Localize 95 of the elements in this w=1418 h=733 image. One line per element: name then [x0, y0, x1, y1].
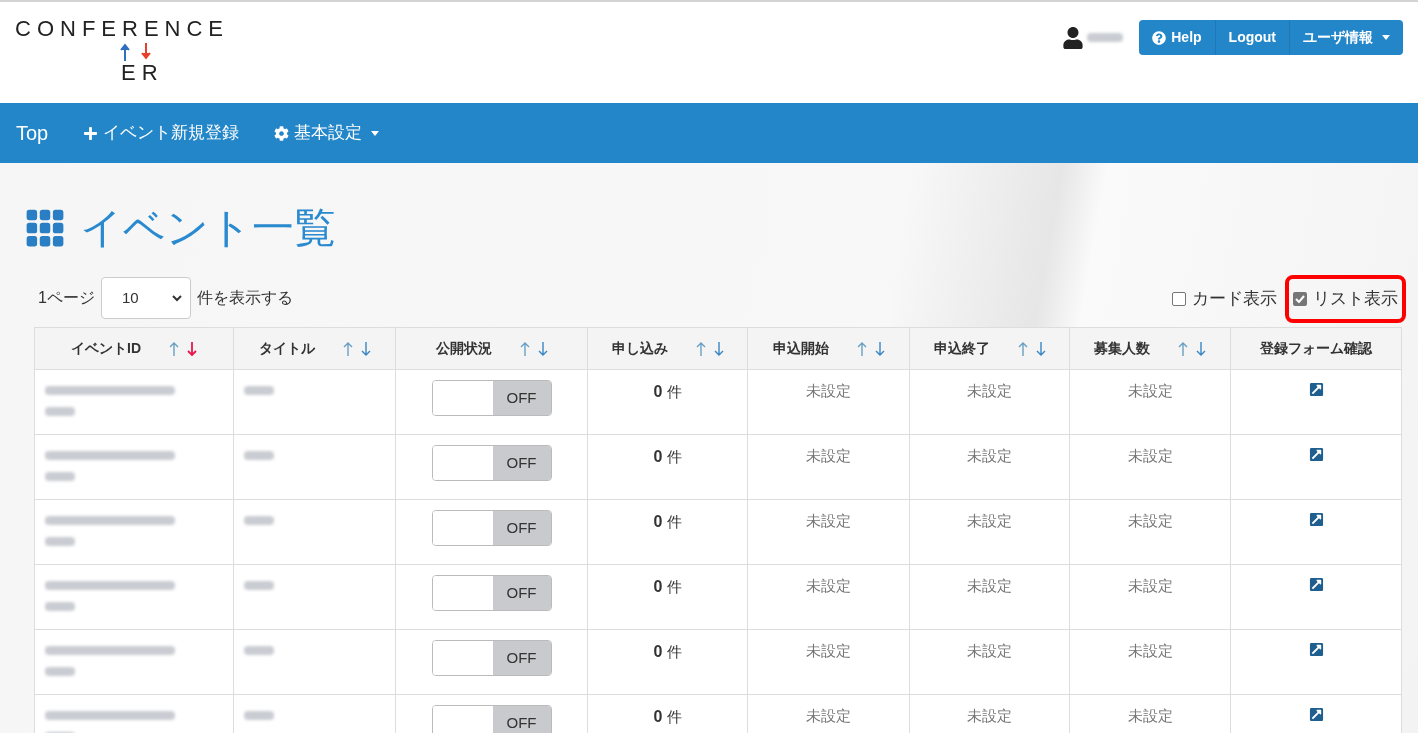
column-header[interactable]: 登録フォーム確認 [1230, 328, 1401, 369]
chevron-down-icon [171, 294, 182, 302]
external-link-icon[interactable] [1308, 642, 1324, 657]
external-link-icon[interactable] [1308, 707, 1324, 722]
blurred-text [45, 667, 75, 676]
blurred-text [244, 516, 274, 525]
arrow-up-icon[interactable] [169, 340, 179, 357]
page-size-select[interactable]: 10 [100, 277, 191, 319]
help-button[interactable]: Help [1139, 20, 1215, 55]
publish-toggle[interactable]: OFF [431, 445, 552, 481]
table-cell: 未設定 [909, 370, 1069, 434]
table-cell: 0 件 [587, 370, 747, 434]
blurred-text [244, 581, 274, 590]
table-cell: 未設定 [1069, 630, 1230, 694]
table-cell: 未設定 [747, 370, 909, 434]
column-header[interactable]: タイトル [233, 328, 395, 369]
table-cell: 0 件 [587, 695, 747, 733]
logo-arrows-icon [119, 42, 153, 62]
table-cell: 未設定 [909, 695, 1069, 733]
blurred-text [1087, 33, 1124, 42]
arrow-up-icon[interactable] [342, 340, 353, 357]
blurred-text [45, 407, 75, 416]
publish-toggle[interactable]: OFF [431, 380, 552, 416]
help-icon [1152, 30, 1167, 45]
page-size-label: 件を表示する [196, 288, 293, 308]
table-cell: 未設定 [909, 500, 1069, 564]
table-cell: 未設定 [909, 630, 1069, 694]
view-option[interactable]: リスト表示 [1285, 275, 1406, 323]
external-link-icon[interactable] [1308, 577, 1324, 592]
nav-link[interactable]: 基本設定 [274, 120, 380, 146]
table-cell: 未設定 [1069, 370, 1230, 434]
user-menu-button[interactable]: ユーザ情報 [1289, 20, 1403, 55]
checkbox[interactable] [1293, 292, 1307, 306]
publish-toggle[interactable]: OFF [431, 705, 552, 733]
external-link-icon[interactable] [1308, 382, 1324, 397]
user-icon [1063, 26, 1084, 49]
external-link-icon[interactable] [1308, 447, 1324, 462]
table-cell: 0 件 [587, 565, 747, 629]
arrow-down-icon[interactable] [360, 340, 371, 357]
arrow-up-icon[interactable] [856, 340, 867, 357]
table-cell: 未設定 [909, 435, 1069, 499]
column-header[interactable]: 申込終了 [909, 328, 1069, 369]
table-cell: 未設定 [1069, 435, 1230, 499]
logo-text: CONFERENCE [15, 17, 229, 41]
blurred-text [45, 537, 75, 546]
publish-toggle[interactable]: OFF [431, 575, 552, 611]
blurred-text [45, 472, 75, 481]
table-cell: 未設定 [747, 630, 909, 694]
table-cell: 未設定 [1069, 695, 1230, 733]
blurred-text [244, 386, 274, 395]
table-cell: 未設定 [747, 565, 909, 629]
arrow-up-icon[interactable] [695, 340, 706, 357]
checkbox[interactable] [1172, 292, 1186, 306]
table-cell: 未設定 [747, 500, 909, 564]
table-cell: 0 件 [587, 500, 747, 564]
grid-icon [24, 207, 66, 249]
nav-link[interactable]: イベント新規登録 [83, 120, 240, 146]
publish-toggle[interactable]: OFF [431, 640, 552, 676]
page-title: イベント一覧 [80, 203, 336, 253]
arrow-down-icon[interactable] [1035, 340, 1046, 357]
view-option[interactable]: カード表示 [1164, 275, 1285, 323]
blurred-text [45, 602, 75, 611]
table-cell: 0 件 [587, 435, 747, 499]
logout-button[interactable]: Logout [1214, 20, 1289, 55]
arrow-down-icon[interactable] [1196, 340, 1206, 357]
table-cell: 未設定 [1069, 500, 1230, 564]
arrow-up-icon[interactable] [519, 340, 530, 357]
table-cell: 未設定 [1069, 565, 1230, 629]
caret-icon [371, 130, 380, 136]
column-header[interactable]: 申込開始 [747, 328, 909, 369]
plus-icon [83, 125, 99, 141]
table-cell: 未設定 [747, 435, 909, 499]
page-size-label: 1ページ [38, 288, 95, 308]
publish-toggle[interactable]: OFF [431, 510, 552, 546]
table-cell: 未設定 [909, 565, 1069, 629]
arrow-down-icon[interactable] [537, 340, 548, 357]
table-cell: 0 件 [587, 630, 747, 694]
column-header[interactable]: イベントID [35, 328, 233, 369]
blurred-text [244, 451, 274, 460]
arrow-down-icon[interactable] [187, 340, 197, 357]
arrow-down-icon[interactable] [874, 340, 885, 357]
caret-icon [1382, 35, 1390, 40]
logo-text: ER [121, 62, 164, 84]
table-cell: 未設定 [747, 695, 909, 733]
arrow-up-icon[interactable] [1178, 340, 1188, 357]
nav-link[interactable]: Top [16, 118, 49, 148]
column-header[interactable]: 申し込み [587, 328, 747, 369]
column-header[interactable]: 募集人数 [1069, 328, 1230, 369]
settings-icon [274, 125, 290, 141]
column-header[interactable]: 公開状況 [395, 328, 587, 369]
arrow-up-icon[interactable] [1017, 340, 1028, 357]
blurred-text [244, 646, 274, 655]
arrow-down-icon[interactable] [713, 340, 724, 357]
blurred-text [244, 711, 274, 720]
external-link-icon[interactable] [1308, 512, 1324, 527]
